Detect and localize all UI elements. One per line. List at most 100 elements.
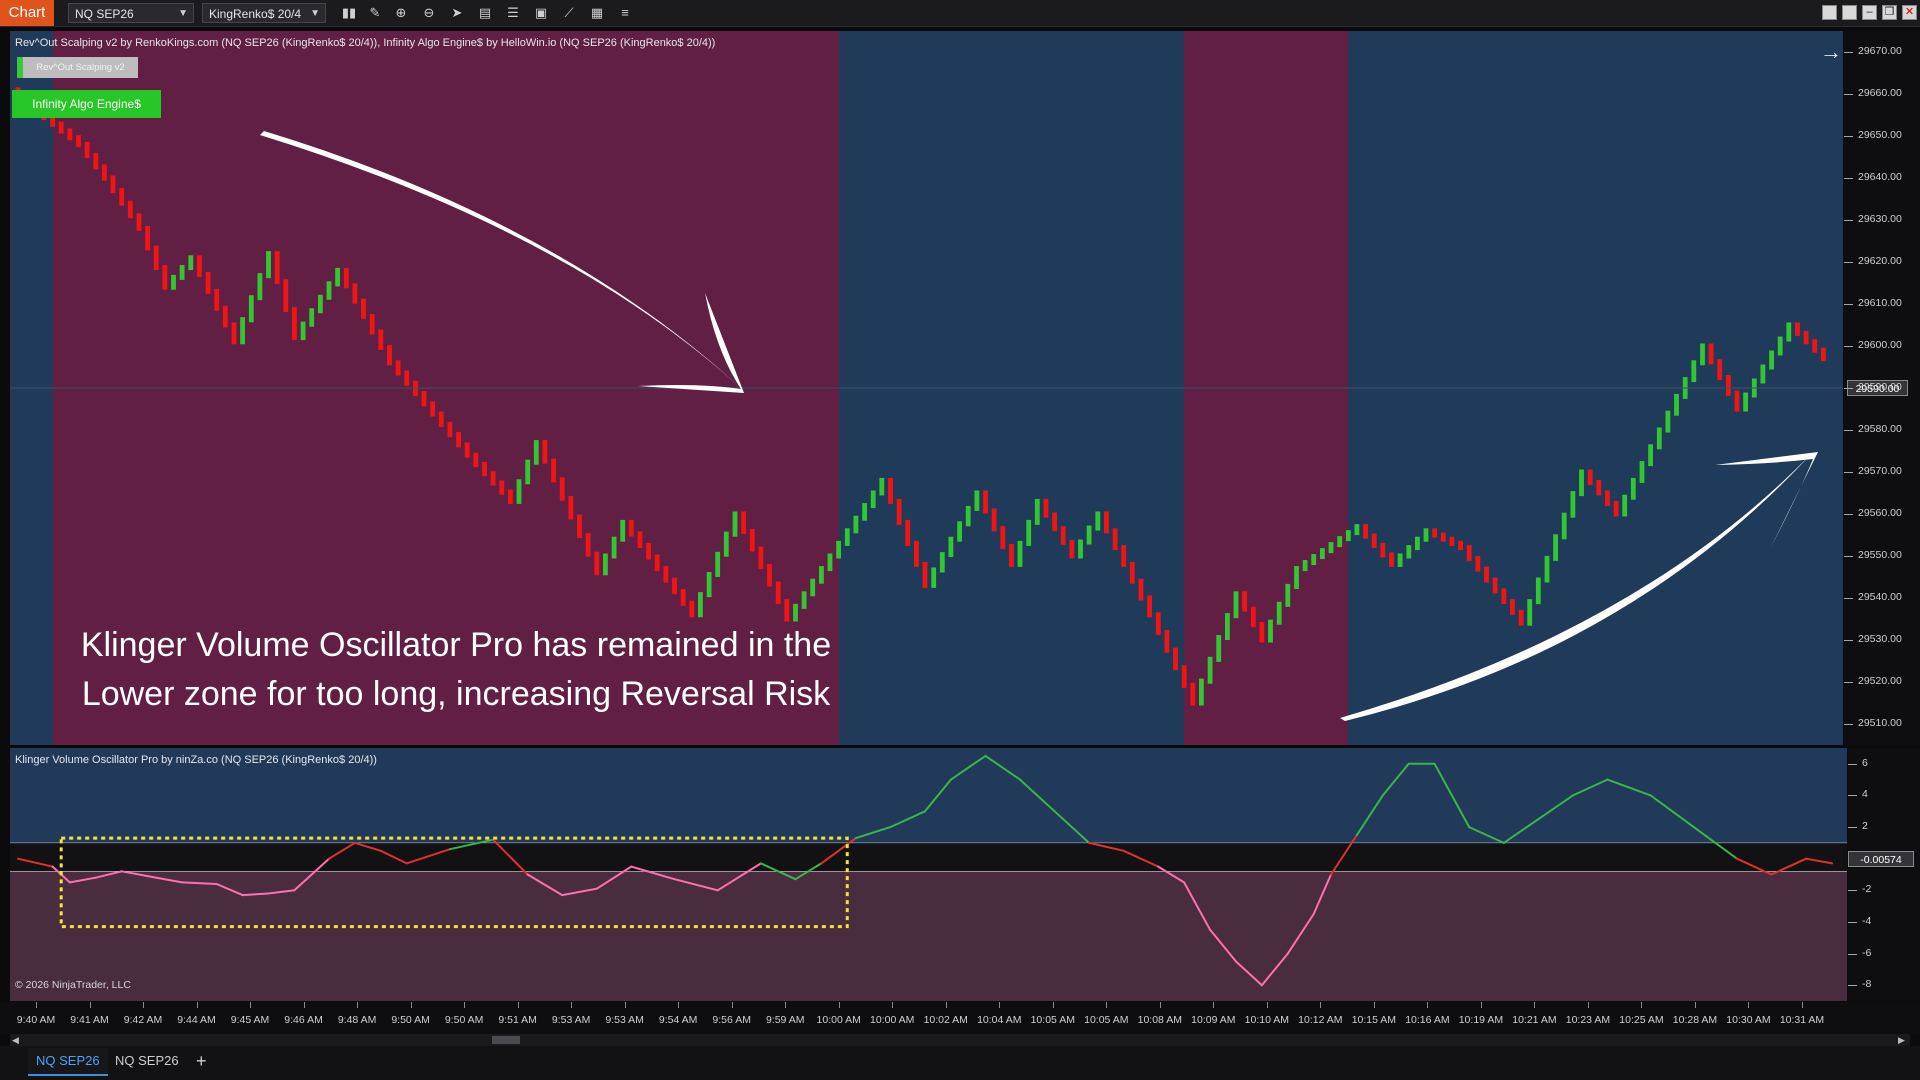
templates-icon[interactable]: ▦ xyxy=(588,4,606,22)
down-bar xyxy=(482,461,487,477)
down-bar xyxy=(577,514,582,539)
arrow-right-icon[interactable]: → xyxy=(1820,39,1842,65)
horizontal-scrollbar[interactable]: ◀ ▶ xyxy=(10,1034,1910,1046)
scroll-left-icon[interactable]: ◀ xyxy=(12,1034,19,1046)
down-bar xyxy=(369,314,375,335)
up-bar xyxy=(1423,528,1429,542)
oscillator-header: Klinger Volume Oscillator Pro by ninZa.c… xyxy=(15,754,377,766)
up-bar xyxy=(1345,530,1351,542)
up-bar xyxy=(1216,635,1222,662)
bar-type-selector[interactable]: KingRenko$ 20/4 ▼ xyxy=(202,3,326,23)
up-bar xyxy=(827,553,833,572)
time-tick xyxy=(143,1002,145,1008)
down-bar xyxy=(110,175,116,194)
time-tick xyxy=(838,1002,840,1008)
down-bar xyxy=(628,519,634,537)
up-bar xyxy=(1026,519,1032,546)
pencil-icon[interactable]: ✎ xyxy=(366,4,384,22)
time-axis-label: 9:50 AM xyxy=(391,1014,430,1026)
time-tick xyxy=(517,1002,519,1008)
down-bar xyxy=(637,531,643,548)
revout-toggle-button[interactable]: Rev^Out Scalping v2 xyxy=(17,57,138,78)
chevron-down-icon: ▼ xyxy=(178,8,188,19)
down-bar xyxy=(499,480,505,495)
price-axis-label: 29650.00 xyxy=(1858,129,1902,141)
up-bar xyxy=(1207,656,1213,684)
bar-chart-icon[interactable]: ▮▮ xyxy=(340,4,358,22)
down-bar xyxy=(447,421,453,438)
time-axis-label: 10:08 AM xyxy=(1137,1014,1182,1026)
price-tick xyxy=(1844,178,1853,179)
down-bar xyxy=(473,452,479,467)
up-bar xyxy=(819,566,824,584)
price-panel[interactable]: Rev^Out Scalping v2 by RenkoKings.com (N… xyxy=(10,31,1843,745)
data-box-icon[interactable]: ▤ xyxy=(476,4,494,22)
up-bar xyxy=(240,317,245,345)
up-bar xyxy=(1691,360,1697,383)
scroll-right-icon[interactable]: ▶ xyxy=(1898,1034,1905,1046)
osc-axis-label: 6 xyxy=(1862,756,1868,769)
up-arrow-head xyxy=(1715,452,1818,549)
down-bar xyxy=(387,344,392,366)
up-bar xyxy=(1320,548,1325,560)
time-axis-label: 10:16 AM xyxy=(1405,1014,1450,1026)
down-bar xyxy=(672,577,677,595)
up-bar xyxy=(1639,461,1645,483)
close-icon[interactable]: ✕ xyxy=(1902,5,1917,20)
add-tab-button[interactable]: + xyxy=(188,1048,215,1074)
down-bar xyxy=(551,458,556,483)
time-axis-label: 10:19 AM xyxy=(1458,1014,1504,1026)
down-bar xyxy=(343,267,349,289)
up-bar xyxy=(706,572,712,598)
screenshot-icon[interactable]: ▣ xyxy=(532,4,550,22)
up-bar xyxy=(1535,577,1541,605)
time-axis[interactable]: 9:40 AM 9:41 AM 9:42 AM 9:44 AM 9:45 AM 9:46 … xyxy=(0,1002,1920,1034)
annotation-line-2: Lower zone for too long, increasing Reve… xyxy=(81,675,831,713)
chart-menu-button[interactable]: Chart xyxy=(0,0,54,26)
time-axis-label: 10:28 AM xyxy=(1672,1014,1718,1026)
time-tick xyxy=(464,1002,466,1008)
tab-nq-sep26-active[interactable]: NQ SEP26 xyxy=(28,1048,108,1076)
up-bar xyxy=(1700,343,1705,366)
time-tick xyxy=(1213,1002,1215,1008)
up-bar xyxy=(516,479,522,504)
down-bar xyxy=(58,121,64,134)
down-bar xyxy=(1821,347,1826,362)
price-tick xyxy=(1844,52,1853,53)
price-axis-label: 29610.00 xyxy=(1858,297,1902,309)
up-bar xyxy=(1285,583,1291,607)
time-tick xyxy=(1641,1002,1643,1008)
up-bar xyxy=(1225,613,1230,640)
tab-nq-sep26[interactable]: NQ SEP26 xyxy=(107,1048,187,1074)
up-bar xyxy=(603,553,608,576)
time-axis-label: 9:53 AM xyxy=(605,1014,644,1026)
list-icon[interactable]: ≡ xyxy=(616,4,634,22)
oscillator-panel[interactable]: Klinger Volume Oscillator Pro by ninZa.c… xyxy=(10,748,1847,1001)
scroll-thumb[interactable] xyxy=(492,1036,520,1044)
time-tick xyxy=(36,1002,37,1008)
properties-icon[interactable]: ☰ xyxy=(504,4,522,22)
maximize-icon[interactable]: ❐ xyxy=(1882,5,1897,20)
time-tick xyxy=(410,1002,412,1008)
time-axis-label: 10:09 AM xyxy=(1191,1014,1236,1026)
zoom-out-icon[interactable]: ⊖ xyxy=(420,4,438,22)
down-bar xyxy=(1147,595,1152,618)
window-tile-icon[interactable] xyxy=(1822,5,1837,20)
infinity-algo-toggle-button[interactable]: Infinity Algo Engine$ xyxy=(12,90,161,118)
window-tile-2-icon[interactable] xyxy=(1842,5,1857,20)
instrument-selector[interactable]: NQ SEP26 ▼ xyxy=(68,3,194,23)
zoom-in-icon[interactable]: ⊕ xyxy=(392,4,410,22)
up-bar xyxy=(300,321,306,341)
down-bar xyxy=(430,401,436,417)
oscillator-axis[interactable]: -0.00574 6 4 2 -2 -4 -6 -8 xyxy=(1848,748,1920,1001)
down-bar xyxy=(214,288,220,311)
price-axis[interactable]: 29590.00 29670.00 29660.00 29650.00 29640.0… xyxy=(1844,31,1920,745)
strategies-icon[interactable]: ⟋ xyxy=(560,4,578,22)
minimize-icon[interactable]: – xyxy=(1862,5,1877,20)
time-tick xyxy=(1106,1002,1108,1008)
up-bar xyxy=(1034,498,1040,525)
down-arrow-shaft xyxy=(260,131,744,391)
osc-axis-label: -6 xyxy=(1862,946,1872,959)
time-axis-label: 9:53 AM xyxy=(551,1014,591,1026)
cursor-icon[interactable]: ➤ xyxy=(448,4,466,22)
